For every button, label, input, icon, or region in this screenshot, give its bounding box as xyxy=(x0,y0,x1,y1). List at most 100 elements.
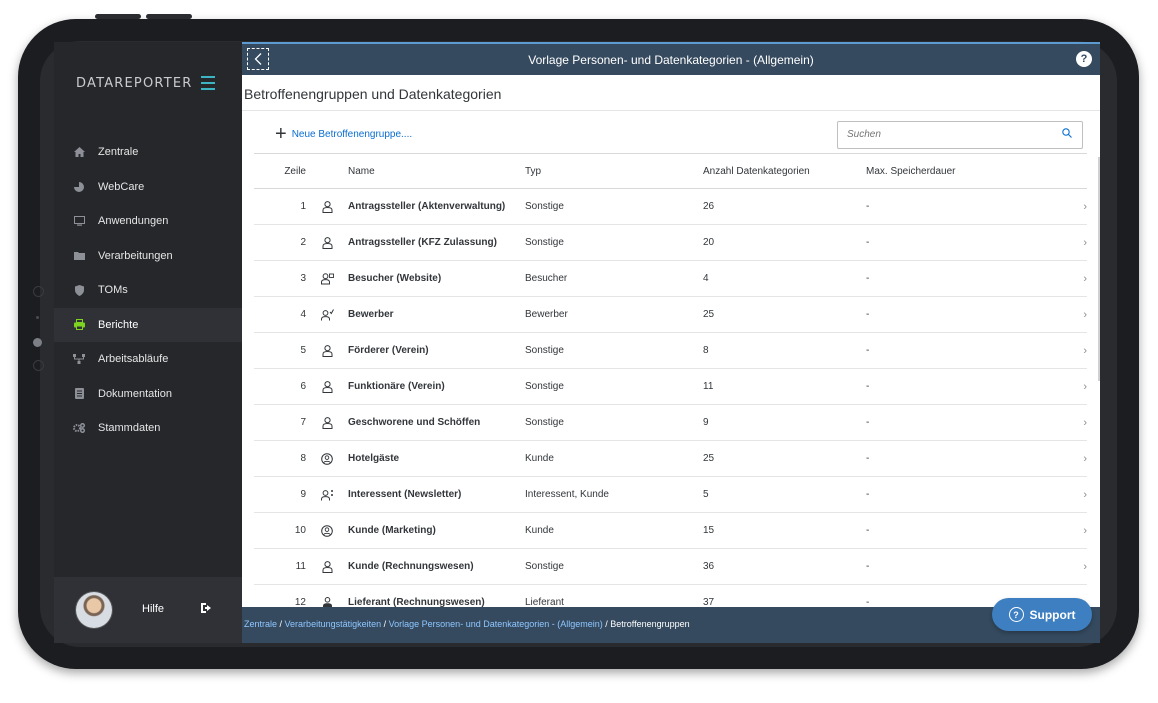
home-icon xyxy=(73,146,85,158)
table-header: Zeile Name Typ Anzahl Datenkategorien Ma… xyxy=(254,153,1087,189)
chevron-right-icon[interactable]: › xyxy=(1056,345,1087,357)
search-icon[interactable] xyxy=(1062,128,1072,138)
chevron-right-icon[interactable]: › xyxy=(1056,237,1087,249)
person-icon xyxy=(306,344,348,357)
sidebar-item-stammdaten[interactable]: Stammdaten xyxy=(54,411,242,446)
cell-typ: Sonstige xyxy=(525,561,564,572)
table-row[interactable]: 1 Antragssteller (Aktenverwaltung) Sonstig… xyxy=(254,189,1087,225)
table-row[interactable]: 4 Bewerber Bewerber 25 - › xyxy=(254,297,1087,333)
sidebar-item-label: Arbeitsabläufe xyxy=(98,353,169,366)
workflow-icon xyxy=(73,353,85,365)
cell-max-speicherdauer: - xyxy=(866,345,870,356)
title-bar: Vorlage Personen- und Datenkategorien - … xyxy=(242,42,1100,75)
sensor-dot xyxy=(36,316,39,319)
column-header-anzahl[interactable]: Anzahl Datenkategorien xyxy=(703,166,866,177)
document-icon xyxy=(73,388,85,400)
table-row[interactable]: 11 Kunde (Rechnungswesen) Sonstige 36 - › xyxy=(254,549,1087,585)
logout-icon[interactable] xyxy=(201,602,213,616)
breadcrumb-link-verarbeitungstaetigkeiten[interactable]: Verarbeitungstätigkeiten xyxy=(285,619,382,629)
monitor-icon xyxy=(73,215,85,227)
cell-max-speicherdauer: - xyxy=(866,489,870,500)
avatar[interactable] xyxy=(76,592,112,628)
cell-zeile: 1 xyxy=(300,201,306,212)
cell-max-speicherdauer: - xyxy=(866,273,870,284)
applicant-icon xyxy=(306,308,348,321)
chevron-right-icon[interactable]: › xyxy=(1056,309,1087,321)
customer-icon xyxy=(306,452,348,465)
sidebar-item-berichte[interactable]: Berichte xyxy=(54,307,242,342)
scrollbar[interactable] xyxy=(1098,157,1100,381)
table-row[interactable]: 5 Förderer (Verein) Sonstige 8 - › xyxy=(254,333,1087,369)
sidebar-item-label: Zentrale xyxy=(98,146,139,159)
support-button[interactable]: ? Support xyxy=(992,598,1092,631)
column-header-zeile[interactable]: Zeile xyxy=(254,166,306,177)
cell-max-speicherdauer: - xyxy=(866,417,870,428)
cell-name: Kunde (Rechnungswesen) xyxy=(348,561,474,572)
cell-zeile: 11 xyxy=(295,561,306,572)
chevron-right-icon[interactable]: › xyxy=(1056,273,1087,285)
breadcrumb-link-zentrale[interactable]: Zentrale xyxy=(244,619,277,629)
cell-typ: Sonstige xyxy=(525,381,564,392)
table-row[interactable]: 10 Kunde (Marketing) Kunde 15 - › xyxy=(254,513,1087,549)
sidebar-item-label: Anwendungen xyxy=(98,215,169,228)
chevron-right-icon[interactable]: › xyxy=(1056,561,1087,573)
table-row[interactable]: 2 Antragssteller (KFZ Zulassung) Sonstige 2… xyxy=(254,225,1087,261)
sidebar-item-label: TOMs xyxy=(98,284,128,297)
chevron-right-icon[interactable]: › xyxy=(1056,381,1087,393)
cell-name: Funktionäre (Verein) xyxy=(348,381,445,392)
sidebar-item-verarbeitungen[interactable]: Verarbeitungen xyxy=(54,239,242,274)
cell-name: Besucher (Website) xyxy=(348,273,442,284)
page-title: Vorlage Personen- und Datenkategorien - … xyxy=(528,53,814,67)
table-row[interactable]: 6 Funktionäre (Verein) Sonstige 11 - › xyxy=(254,369,1087,405)
breadcrumb-link-vorlage[interactable]: Vorlage Personen- und Datenkategorien - … xyxy=(389,619,603,629)
sidebar-item-dokumentation[interactable]: Dokumentation xyxy=(54,377,242,412)
volume-button xyxy=(146,14,192,19)
chevron-right-icon[interactable]: › xyxy=(1056,201,1087,213)
menu-toggle-icon[interactable] xyxy=(201,76,215,94)
cell-max-speicherdauer: - xyxy=(866,309,870,320)
table-row[interactable]: 3 Besucher (Website) Besucher 4 - › xyxy=(254,261,1087,297)
subheader: Betroffenengruppen und Datenkategorien xyxy=(242,75,1100,111)
cell-typ: Bewerber xyxy=(525,309,568,320)
sidebar-item-anwendungen[interactable]: Anwendungen xyxy=(54,204,242,239)
cell-name: Kunde (Marketing) xyxy=(348,525,436,536)
cell-typ: Sonstige xyxy=(525,237,564,248)
table-row[interactable]: 7 Geschworene und Schöffen Sonstige 9 - › xyxy=(254,405,1087,441)
cell-max-speicherdauer: - xyxy=(866,453,870,464)
sidebar-item-webcare[interactable]: WebCare xyxy=(54,170,242,205)
chevron-right-icon[interactable]: › xyxy=(1056,489,1087,501)
column-header-typ[interactable]: Typ xyxy=(525,166,703,177)
question-icon: ? xyxy=(1008,607,1024,622)
search-input[interactable] xyxy=(847,129,1037,140)
cell-anzahl: 15 xyxy=(703,525,715,536)
cell-zeile: 3 xyxy=(300,273,306,284)
column-header-max[interactable]: Max. Speicherdauer xyxy=(866,166,1056,177)
sidebar-item-zentrale[interactable]: Zentrale xyxy=(54,135,242,170)
sidebar-item-toms[interactable]: TOMs xyxy=(54,273,242,308)
table-row[interactable]: 8 Hotelgäste Kunde 25 - › xyxy=(254,441,1087,477)
camera-icon xyxy=(33,338,42,347)
cell-name: Förderer (Verein) xyxy=(348,345,429,356)
person-icon xyxy=(306,200,348,213)
cell-typ: Interessent, Kunde xyxy=(525,489,609,500)
sidebar-item-arbeitsablaeufe[interactable]: Arbeitsabläufe xyxy=(54,342,242,377)
main-content: Vorlage Personen- und Datenkategorien - … xyxy=(242,42,1100,643)
cell-anzahl: 5 xyxy=(703,489,709,500)
column-header-name[interactable]: Name xyxy=(306,166,525,177)
cell-name: Interessent (Newsletter) xyxy=(348,489,462,500)
help-link[interactable]: Hilfe xyxy=(142,603,164,615)
search-field[interactable] xyxy=(837,121,1083,149)
chevron-right-icon[interactable]: › xyxy=(1056,525,1087,537)
table-row[interactable]: 9 Interessent (Newsletter) Interessent, Ku… xyxy=(254,477,1087,513)
folder-icon xyxy=(73,250,85,262)
printer-icon xyxy=(73,319,85,331)
chevron-right-icon[interactable]: › xyxy=(1056,417,1087,429)
new-group-button[interactable]: + Neue Betroffenengruppe.... xyxy=(275,124,412,144)
cell-anzahl: 11 xyxy=(703,381,714,392)
sensor-dot xyxy=(33,286,44,297)
help-icon[interactable]: ? xyxy=(1076,51,1092,67)
cell-anzahl: 8 xyxy=(703,345,709,356)
cell-anzahl: 20 xyxy=(703,237,715,248)
cell-zeile: 4 xyxy=(300,309,306,320)
chevron-right-icon[interactable]: › xyxy=(1056,453,1087,465)
